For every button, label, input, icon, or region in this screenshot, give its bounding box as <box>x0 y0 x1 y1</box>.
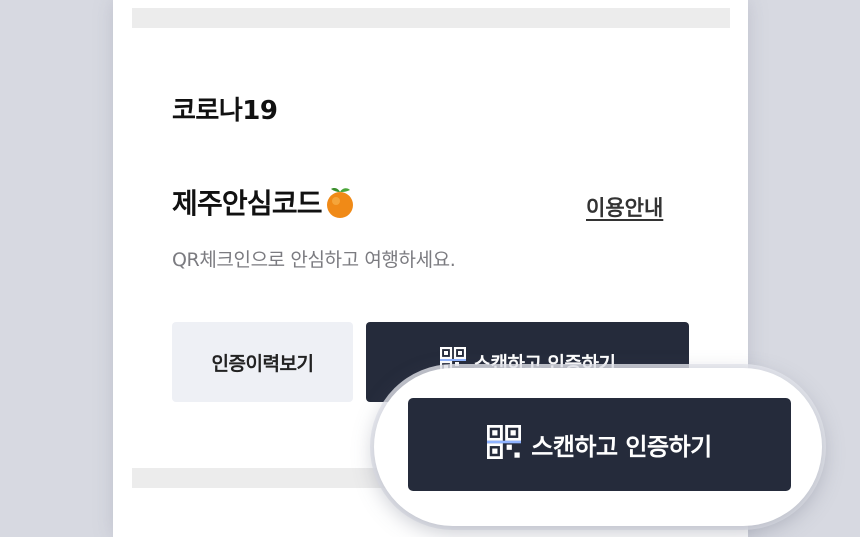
section-divider-top <box>132 8 730 28</box>
safe-code-title-text: 제주안심코드 <box>172 187 323 220</box>
qr-code-icon <box>487 424 522 465</box>
usage-guide-link[interactable]: 이용안내 <box>586 192 663 222</box>
tangerine-icon <box>324 185 356 219</box>
safe-code-title: 제주안심코드 <box>172 182 356 222</box>
view-history-button[interactable]: 인증이력보기 <box>172 322 353 402</box>
scan-button-label: 스캔하고 인증하기 <box>531 433 712 461</box>
section-title: 코로나19 <box>172 96 278 126</box>
safe-code-description: QR체크인으로 안심하고 여행하세요. <box>172 249 456 271</box>
scan-and-verify-button[interactable]: 스캔하고 인증하기 <box>408 398 791 491</box>
